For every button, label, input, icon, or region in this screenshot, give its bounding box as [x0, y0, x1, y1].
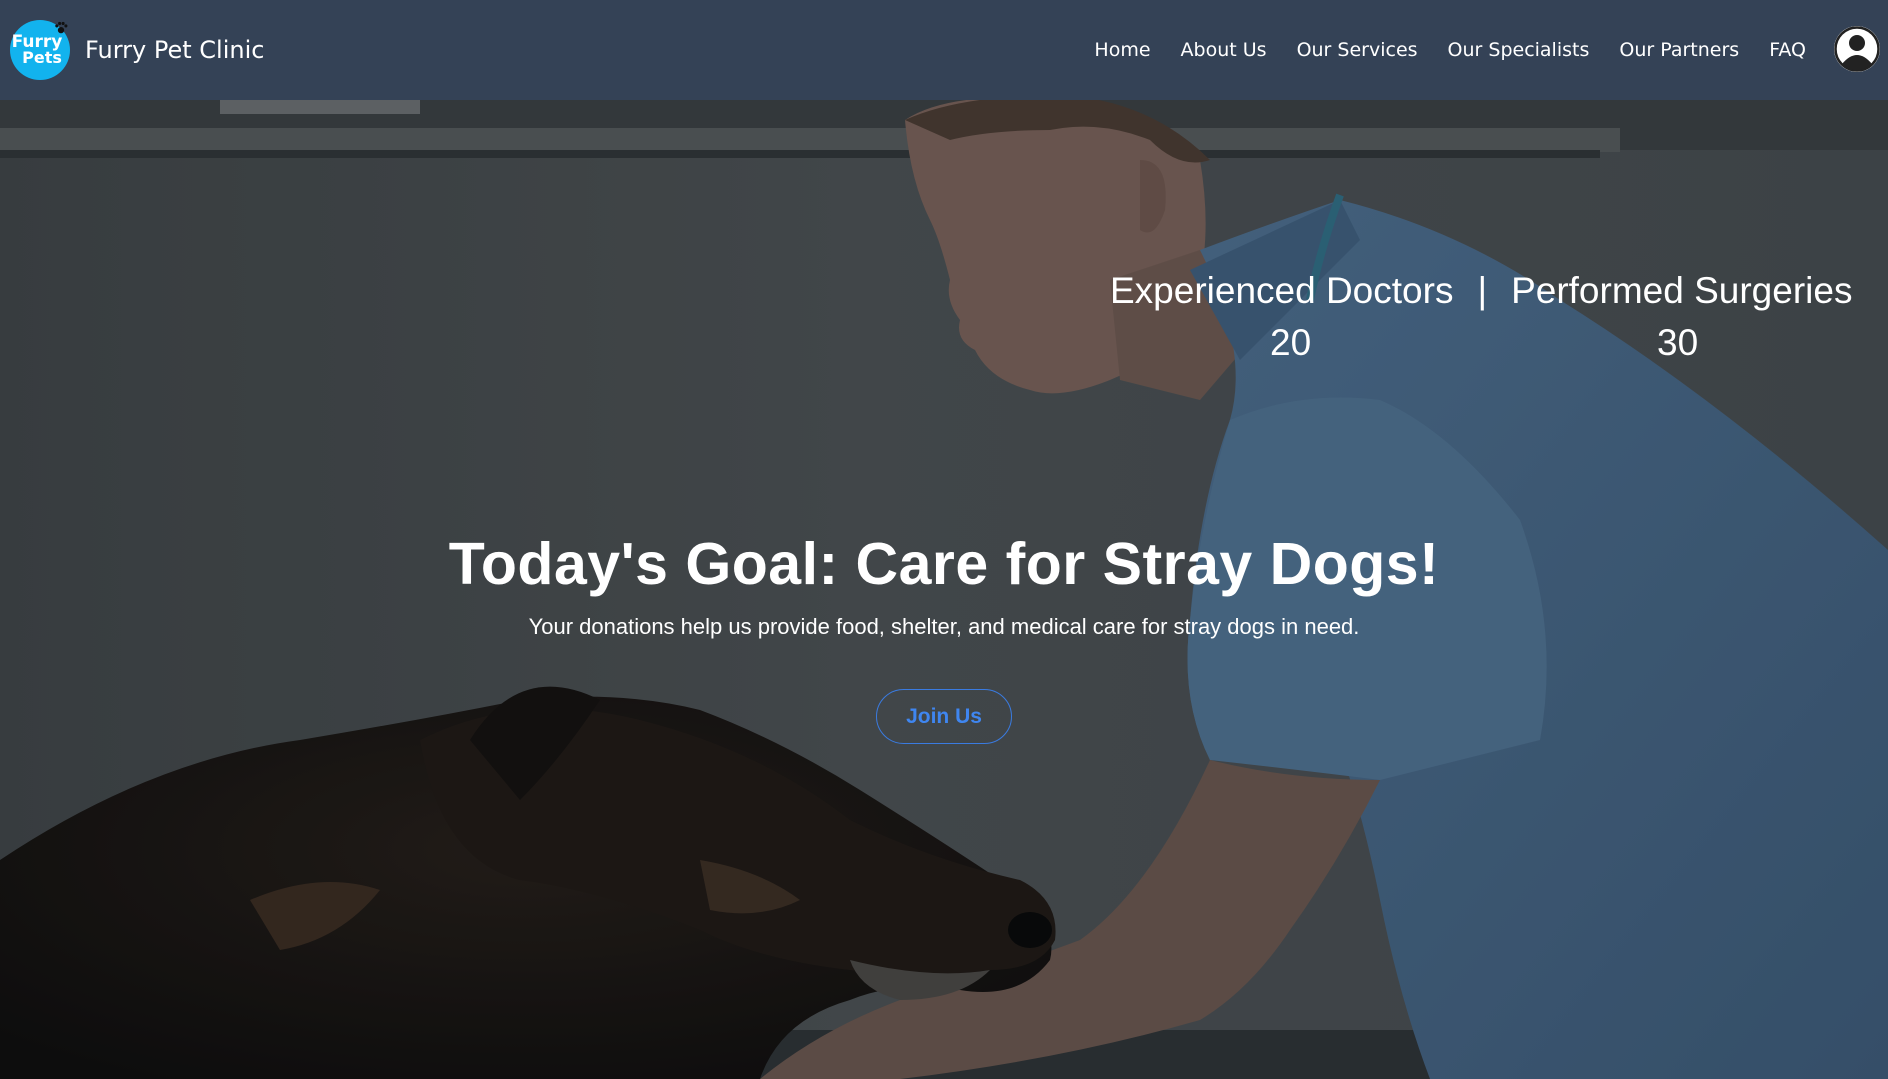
- logo-text-line2: Pets: [22, 48, 62, 67]
- brand-name[interactable]: Furry Pet Clinic: [85, 36, 264, 64]
- brand[interactable]: Furry Pets Furry Pet Clinic: [10, 20, 264, 80]
- join-us-button[interactable]: Join Us: [876, 689, 1012, 744]
- main-nav: Home About Us Our Services Our Specialis…: [1064, 0, 1806, 100]
- stats-values: 20 30: [1110, 312, 1850, 363]
- hero-headline: Today's Goal: Care for Stray Dogs!: [448, 531, 1440, 597]
- nav-our-services[interactable]: Our Services: [1297, 39, 1418, 61]
- nav-home[interactable]: Home: [1094, 39, 1150, 61]
- stat-label-surgeries: Performed Surgeries: [1511, 270, 1853, 311]
- top-navbar: Furry Pets Furry Pet Clinic Home About U…: [0, 0, 1888, 100]
- hero-subtext: Your donations help us provide food, she…: [528, 614, 1360, 639]
- nav-faq[interactable]: FAQ: [1769, 39, 1806, 61]
- nav-our-specialists[interactable]: Our Specialists: [1448, 39, 1590, 61]
- user-avatar-icon[interactable]: [1834, 26, 1880, 72]
- hero-section: Experienced Doctors | Performed Surgerie…: [0, 100, 1888, 1079]
- nav-our-partners[interactable]: Our Partners: [1619, 39, 1739, 61]
- stat-value-doctors: 20: [1270, 322, 1312, 363]
- stat-label-doctors: Experienced Doctors: [1110, 270, 1454, 311]
- stats-labels: Experienced Doctors | Performed Surgerie…: [1110, 270, 1853, 312]
- stat-value-surgeries: 30: [1657, 322, 1699, 363]
- clinic-stats: Experienced Doctors | Performed Surgerie…: [1110, 270, 1853, 363]
- stats-separator: |: [1477, 270, 1488, 311]
- paw-print-icon: [55, 21, 68, 34]
- nav-about-us[interactable]: About Us: [1181, 39, 1267, 61]
- furry-pets-logo[interactable]: Furry Pets: [10, 20, 70, 80]
